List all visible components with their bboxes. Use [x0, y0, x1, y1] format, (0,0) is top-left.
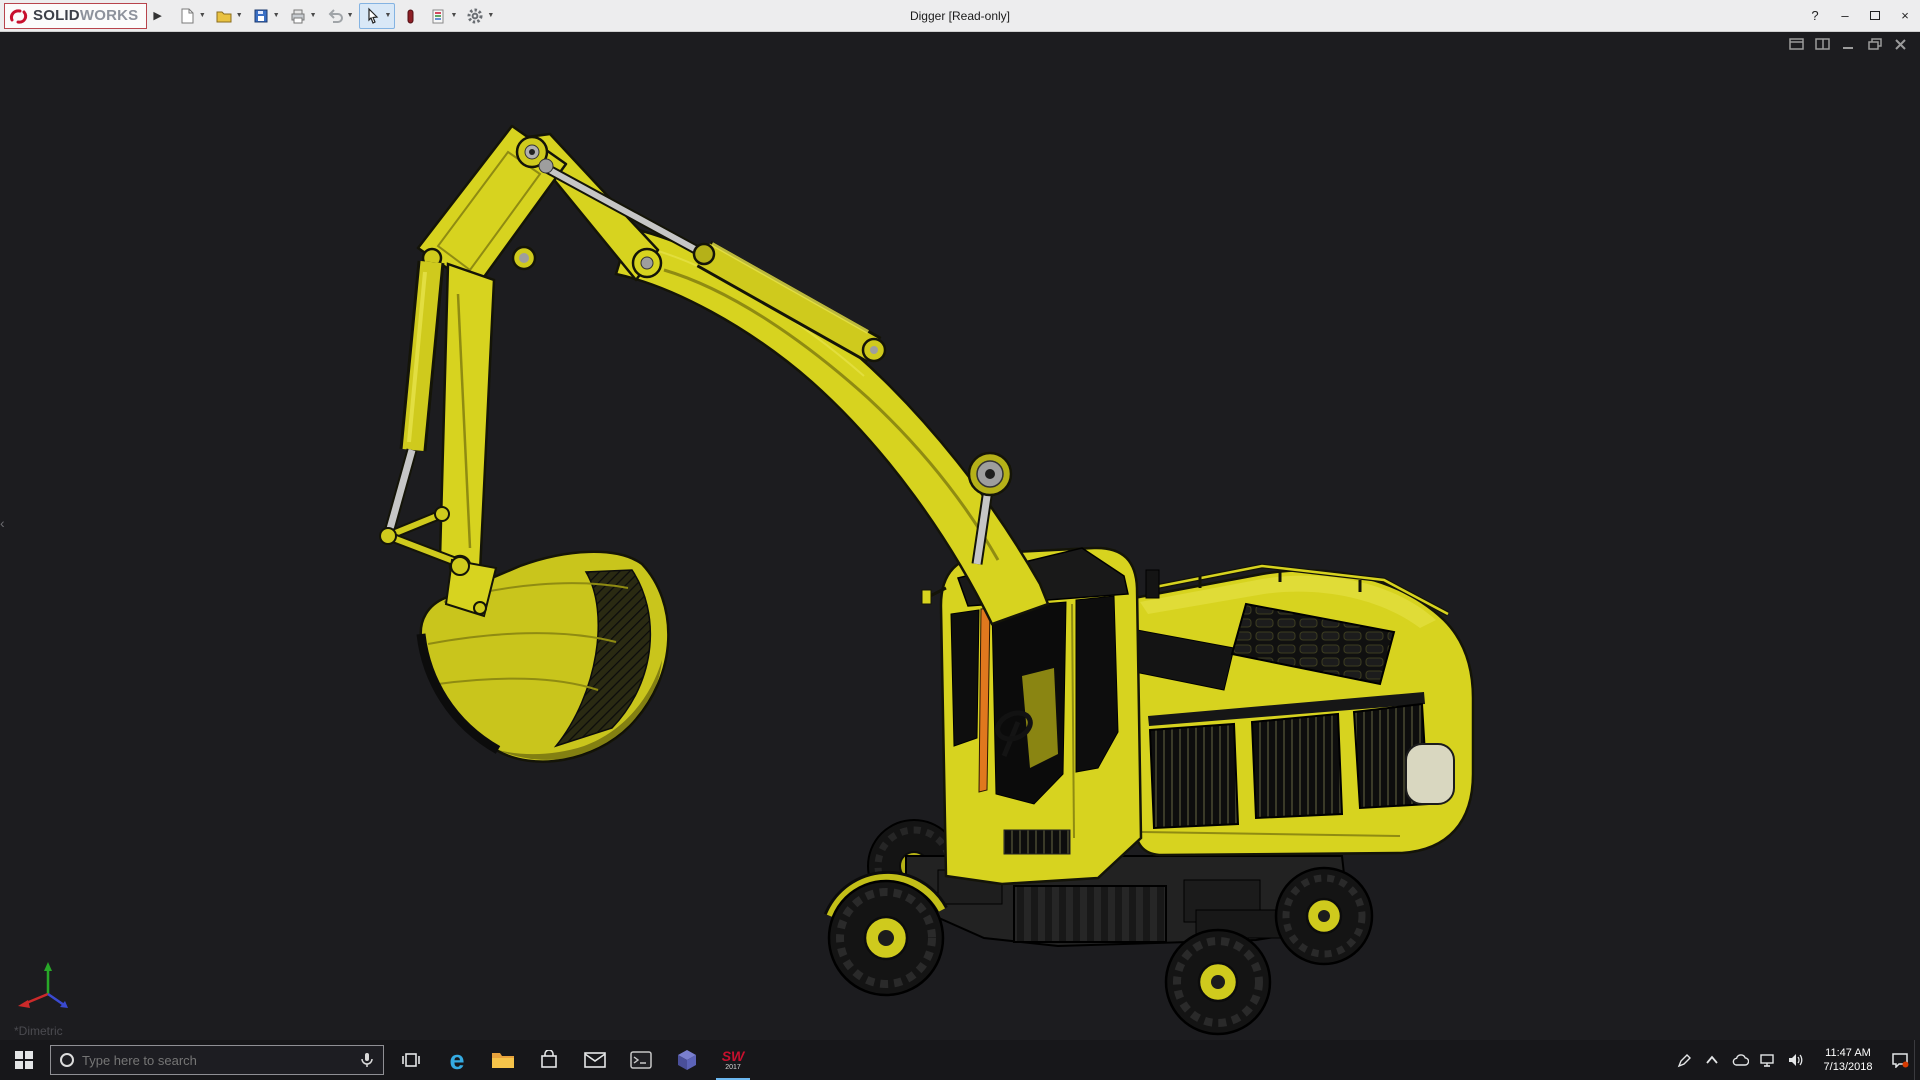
edge-icon: e	[449, 1047, 464, 1074]
view-orientation-label: *Dimetric	[14, 1024, 63, 1038]
minimize-button[interactable]: –	[1830, 0, 1860, 31]
action-center-button[interactable]	[1886, 1040, 1914, 1080]
open-folder-icon	[214, 6, 234, 26]
document-window-controls	[1788, 37, 1910, 52]
tray-overflow-button[interactable]	[1698, 1040, 1726, 1080]
undo-button[interactable]: ▼	[322, 4, 357, 28]
windows-logo-icon	[15, 1051, 33, 1069]
doc-minimize-icon[interactable]	[1840, 37, 1858, 52]
taskbar-app-mail[interactable]	[572, 1040, 618, 1080]
orientation-triad	[8, 952, 78, 1018]
windows-ink-button[interactable]	[1670, 1040, 1698, 1080]
file-explorer-icon	[491, 1050, 515, 1070]
collapse-panel-chevron[interactable]: ‹	[0, 516, 5, 530]
ds-logo-icon	[9, 7, 29, 25]
cortana-icon	[60, 1053, 74, 1067]
select-cursor-icon	[363, 6, 383, 26]
save-button[interactable]: ▼	[248, 4, 283, 28]
show-desktop-button[interactable]	[1914, 1040, 1920, 1080]
pen-icon	[1677, 1053, 1692, 1068]
appearance-button[interactable]	[397, 4, 423, 28]
console-window-icon	[630, 1051, 652, 1069]
store-icon	[539, 1050, 559, 1070]
search-input[interactable]	[82, 1053, 352, 1068]
chevron-up-icon	[1705, 1055, 1719, 1065]
help-button[interactable]: ?	[1800, 0, 1830, 31]
new-document-button[interactable]: ▼	[174, 4, 209, 28]
save-icon	[251, 6, 271, 26]
boom-cylinder[interactable]	[539, 159, 885, 361]
pane-icon[interactable]	[1788, 37, 1806, 52]
wheel-front-right[interactable]	[1166, 930, 1270, 1034]
model-canvas[interactable]	[0, 32, 1920, 1040]
microphone-icon[interactable]	[360, 1052, 374, 1068]
main-toolbar: ▼ ▼ ▼ ▼ ▼	[174, 3, 498, 29]
select-tool-button[interactable]: ▼	[359, 3, 396, 29]
design-binder-button[interactable]: ▼	[425, 4, 460, 28]
solidworks-logo: SOLIDWORKS	[4, 3, 147, 29]
cloud-icon	[1731, 1054, 1749, 1067]
mail-icon	[584, 1052, 606, 1068]
network-button[interactable]	[1754, 1040, 1782, 1080]
system-tray: 11:47 AM 7/13/2018	[1670, 1040, 1920, 1080]
brand-solid: SOLID	[33, 7, 80, 24]
taskbar-app-edge[interactable]: e	[434, 1040, 480, 1080]
undo-icon	[325, 6, 345, 26]
gear-icon	[465, 6, 485, 26]
taskbar-clock[interactable]: 11:47 AM 7/13/2018	[1810, 1040, 1886, 1080]
maximize-icon	[1870, 11, 1880, 20]
doc-restore-icon[interactable]	[1866, 37, 1884, 52]
action-center-icon	[1891, 1052, 1909, 1068]
windows-taskbar: e	[0, 1040, 1920, 1080]
split-pane-icon[interactable]	[1814, 37, 1832, 52]
start-button[interactable]	[0, 1040, 48, 1080]
wheel-rear-right[interactable]	[1276, 868, 1372, 964]
stick-arm[interactable]	[440, 264, 494, 576]
new-document-icon	[177, 6, 197, 26]
open-button[interactable]: ▼	[211, 4, 246, 28]
titlebar: SOLIDWORKS ▶ ▼ ▼ ▼ ▼	[0, 0, 1920, 32]
cube-app-icon	[676, 1049, 698, 1071]
window-title: Digger [Read-only]	[910, 0, 1010, 32]
solidworks-taskbar-icon: SW 2017	[722, 1049, 745, 1071]
window-controls: ? – ×	[1800, 0, 1920, 31]
engine-housing[interactable]	[1134, 566, 1473, 855]
taskbar-app-store[interactable]	[526, 1040, 572, 1080]
options-button[interactable]: ▼	[462, 4, 497, 28]
taskbar-search[interactable]	[50, 1045, 384, 1075]
onedrive-button[interactable]	[1726, 1040, 1754, 1080]
close-button[interactable]: ×	[1890, 0, 1920, 31]
print-button[interactable]: ▼	[285, 4, 320, 28]
clock-date: 7/13/2018	[1824, 1060, 1873, 1074]
taskbar-app-console[interactable]	[618, 1040, 664, 1080]
screen: SOLIDWORKS ▶ ▼ ▼ ▼ ▼	[0, 0, 1920, 1080]
volume-button[interactable]	[1782, 1040, 1810, 1080]
clock-time: 11:47 AM	[1825, 1046, 1871, 1060]
excavator-model[interactable]	[380, 126, 1473, 1034]
task-view-icon	[401, 1052, 421, 1068]
brand-works: WORKS	[80, 7, 139, 24]
doc-close-icon[interactable]	[1892, 37, 1910, 52]
taskbar-app-solidworks[interactable]: SW 2017	[710, 1040, 756, 1080]
wheel-front-left[interactable]	[829, 877, 943, 995]
taskbar-app-composer[interactable]	[664, 1040, 710, 1080]
boom[interactable]	[616, 228, 1048, 624]
appearance-icon	[400, 6, 420, 26]
graphics-viewport[interactable]: *Dimetric ‹	[0, 32, 1920, 1040]
network-icon	[1760, 1053, 1777, 1067]
bucket[interactable]	[421, 552, 669, 762]
print-icon	[288, 6, 308, 26]
taskbar-app-file-explorer[interactable]	[480, 1040, 526, 1080]
toolbar-flyout-arrow[interactable]: ▶	[147, 9, 167, 22]
design-binder-icon	[428, 6, 448, 26]
task-view-button[interactable]	[388, 1040, 434, 1080]
speaker-icon	[1788, 1053, 1804, 1067]
maximize-button[interactable]	[1860, 0, 1890, 31]
